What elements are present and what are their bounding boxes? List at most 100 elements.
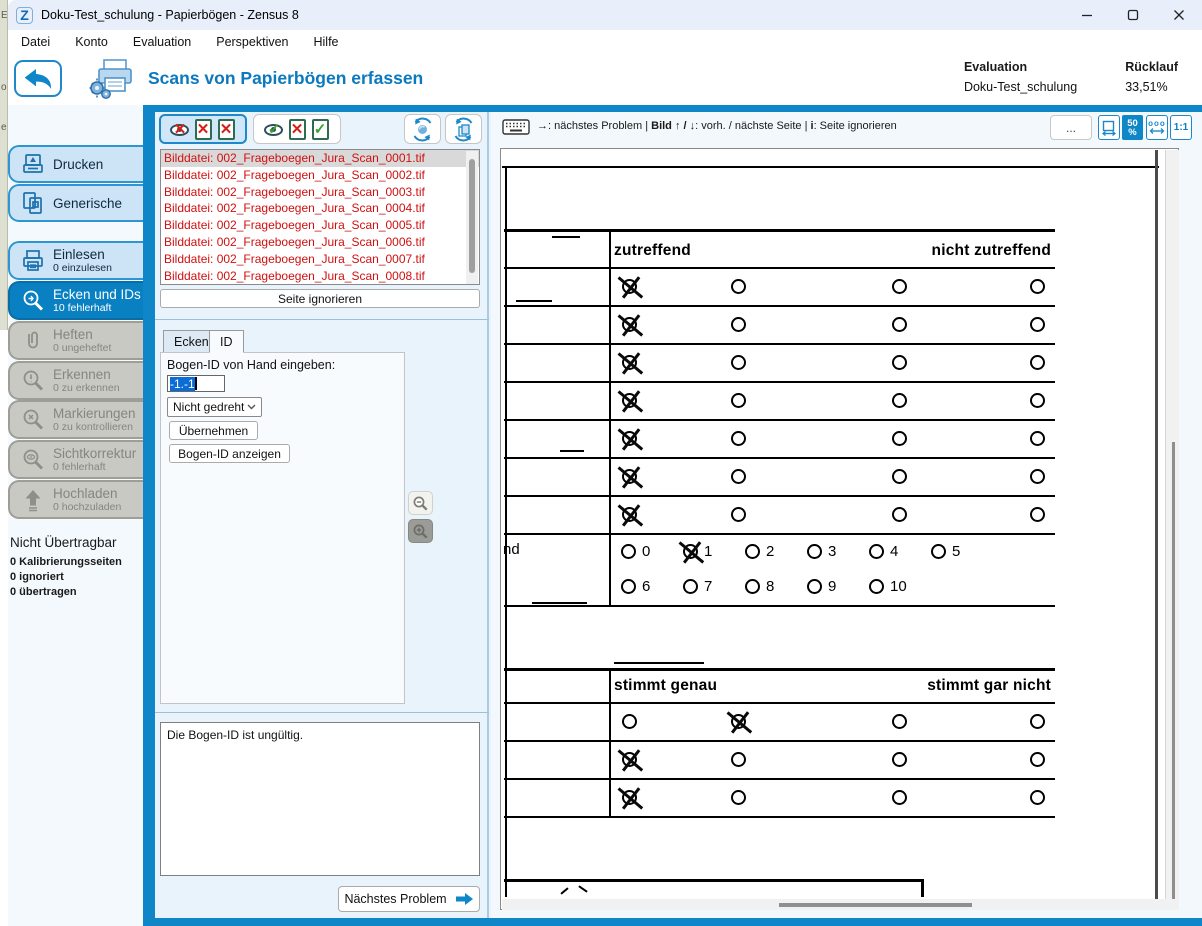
spacing-button[interactable]: ooo [1146, 115, 1168, 140]
sidebar-item-sublabel: 0 einzulesen [53, 262, 112, 274]
scan-image[interactable]: zutreffend nicht zutreffend [502, 150, 1165, 899]
answer-circle [892, 355, 907, 370]
scan-page-right-edge [1155, 150, 1158, 899]
sidebar-item-generische[interactable]: Generische [8, 184, 143, 222]
menu-item[interactable]: Perspektiven [216, 35, 288, 49]
answer-circle [1030, 790, 1045, 805]
documents-icon [19, 190, 46, 216]
file-list-item[interactable]: Bilddatei: 002_Frageboegen_Jura_Scan_000… [161, 200, 479, 217]
file-list-scrollbar[interactable] [466, 151, 478, 284]
answer-circle [892, 507, 907, 522]
back-arrow-icon [22, 66, 54, 92]
horizontal-scrollbar[interactable] [502, 899, 1165, 910]
dots-label: ooo [1148, 120, 1166, 127]
answer-row [504, 421, 1055, 459]
close-button[interactable] [1156, 0, 1202, 30]
fit-width-button[interactable] [1098, 115, 1120, 140]
file-list-item[interactable]: Bilddatei: 002_Frageboegen_Jura_Scan_000… [161, 150, 479, 167]
problem-message-box: Die Bogen-ID ist ungültig. [160, 722, 480, 876]
scale-number: 4 [890, 543, 898, 560]
back-button[interactable] [14, 60, 62, 97]
more-options-button[interactable]: ... [1050, 115, 1092, 140]
next-problem-label: Nächstes Problem [344, 892, 446, 906]
sidebar-item-hochladen[interactable]: Hochladen0 hochzuladen [8, 480, 143, 519]
partial-table-edge [504, 879, 923, 882]
divider [155, 319, 489, 320]
problem-message: Die Bogen-ID ist ungültig. [167, 728, 303, 742]
scale-number: 0 [642, 543, 650, 560]
file-list-item[interactable]: Bilddatei: 002_Frageboegen_Jura_Scan_000… [161, 268, 479, 285]
zoom-level-button[interactable]: 50 % [1122, 115, 1143, 140]
file-list-item[interactable]: Bilddatei: 002_Frageboegen_Jura_Scan_000… [161, 217, 479, 234]
answer-circle [731, 279, 746, 294]
menu-item[interactable]: Hilfe [314, 35, 339, 49]
answer-circle [1030, 355, 1045, 370]
filter-errors-button[interactable]: ✕ ✕ ✕ [159, 114, 247, 144]
maximize-button[interactable] [1110, 0, 1156, 30]
one-to-one-button[interactable]: 1:1 [1170, 115, 1192, 140]
rotate-page-button[interactable] [404, 114, 441, 144]
vertical-scrollbar[interactable] [1165, 150, 1179, 899]
answer-circle [621, 579, 636, 594]
sliver-fragment: o [1, 82, 7, 93]
answer-circle [1030, 714, 1045, 729]
scrollbar-corner [1165, 899, 1179, 910]
file-list-item[interactable]: Bilddatei: 002_Frageboegen_Jura_Scan_000… [161, 167, 479, 184]
file-list-item[interactable]: Bilddatei: 002_Frageboegen_Jura_Scan_000… [161, 234, 479, 251]
answer-circle [622, 431, 637, 446]
sidebar-item-heften[interactable]: Heften0 ungeheftet [8, 321, 143, 360]
scale-option: 6 [621, 578, 683, 595]
menu-item[interactable]: Konto [75, 35, 108, 49]
menu-item[interactable]: Datei [21, 35, 50, 49]
scale-option: 8 [745, 578, 807, 595]
scale-option: 10 [869, 578, 931, 595]
scale-number: 1 [704, 543, 712, 560]
scan-table-zutreffend: zutreffend nicht zutreffend [504, 229, 1055, 535]
file-list-item[interactable]: Bilddatei: 002_Frageboegen_Jura_Scan_000… [161, 184, 479, 201]
sliver-fragment: E [1, 10, 8, 21]
filter-all-button[interactable]: ✓ ✕ ✓ [253, 114, 341, 144]
apply-button[interactable]: Übernehmen [169, 421, 258, 440]
next-problem-button[interactable]: Nächstes Problem [338, 886, 480, 912]
answer-row [504, 307, 1055, 345]
sidebar-item-erkennen[interactable]: Erkennen0 zu erkennen [8, 361, 143, 400]
ignore-page-button[interactable]: Seite ignorieren [160, 289, 480, 308]
answer-circle [892, 714, 907, 729]
zoom-out-button[interactable] [408, 491, 433, 515]
answer-circle [621, 544, 636, 559]
answer-circle [731, 714, 746, 729]
header-right: stimmt gar nicht [927, 677, 1051, 695]
minimize-button[interactable] [1064, 0, 1110, 30]
magnifier-eye-icon [19, 447, 46, 473]
zoom-in-button[interactable] [408, 519, 433, 543]
scale-number: 7 [704, 578, 712, 595]
sidebar-item-drucken[interactable]: Drucken [8, 145, 143, 183]
background-window-sliver: E o er [0, 0, 8, 330]
sidebar-item-ecken-und-ids[interactable]: Ecken und IDs10 fehlerhaft [8, 281, 143, 320]
scrollbar-thumb[interactable] [469, 159, 475, 273]
sidebar-item-label: Einlesen [53, 247, 112, 262]
input-selected-text: -1.-1 [170, 377, 195, 391]
file-list: Bilddatei: 002_Frageboegen_Jura_Scan_000… [160, 149, 480, 285]
file-list-item[interactable]: Bilddatei: 002_Frageboegen_Jura_Scan_000… [161, 251, 479, 268]
horizontal-arrow-icon [1149, 127, 1165, 135]
sidebar-item-sichtkorrektur[interactable]: Sichtkorrektur0 fehlerhaft [8, 440, 143, 479]
scrollbar-thumb[interactable] [1172, 442, 1175, 899]
scale-number: 8 [766, 578, 774, 595]
rotate-all-pages-button[interactable] [445, 114, 482, 144]
rotation-dropdown[interactable]: Nicht gedreht [167, 397, 262, 417]
answer-circle [1030, 279, 1045, 294]
page-title: Scans von Papierbögen erfassen [148, 68, 423, 89]
print-icon [19, 151, 46, 177]
tab-id[interactable]: ID [209, 330, 244, 353]
menu-item[interactable]: Evaluation [133, 35, 191, 49]
show-bogen-id-button[interactable]: Bogen-ID anzeigen [169, 444, 290, 463]
bogen-id-input[interactable]: -1.-1 [167, 375, 225, 392]
ruecklauf-value: 33,51% [1125, 80, 1178, 94]
scrollbar-thumb[interactable] [779, 903, 972, 907]
sidebar-item-einlesen[interactable]: Einlesen0 einzulesen [8, 241, 143, 280]
sidebar-item-label: Generische [53, 196, 122, 211]
titlebar: Z Doku-Test_schulung - Papierbögen - Zen… [8, 0, 1202, 30]
arrow-right-icon [455, 892, 474, 906]
sidebar-item-markierungen[interactable]: Markierungen0 zu kontrollieren [8, 400, 143, 439]
